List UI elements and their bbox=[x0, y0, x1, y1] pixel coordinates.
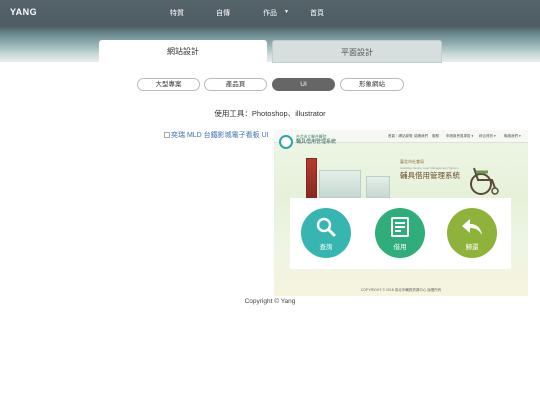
wheelchair-icon bbox=[470, 167, 499, 195]
building-side-icon bbox=[366, 176, 390, 198]
borrow-button: 借用 bbox=[375, 208, 425, 258]
mini-title-small: 臺北市社會局 bbox=[400, 159, 424, 164]
reply-arrow-icon bbox=[462, 219, 482, 235]
tab-web-design[interactable]: 網站設計 bbox=[99, 40, 267, 63]
return-label: 歸還 bbox=[465, 244, 479, 251]
tools-used-text: 使用工具：Photoshop、illustrator bbox=[214, 109, 326, 118]
project-screenshot[interactable]: 首頁｜網站導覽 認識我們 服務 申請與會員專區 ▾ 綜合資訊 ▾ 聯絡我們 ▾ … bbox=[274, 130, 528, 296]
mini-copyright: COPYRIGHT © 2018 臺北市輔具資源中心 版權所有 bbox=[360, 288, 442, 292]
building-tower-icon bbox=[306, 158, 317, 198]
mini-nav-home: 首頁｜網站導覽 bbox=[388, 134, 413, 138]
filter-brand-site[interactable]: 形象網站 bbox=[340, 78, 404, 91]
mini-nav-member: 申請與會員專區 ▾ bbox=[446, 134, 474, 138]
query-button: 查詢 bbox=[301, 208, 351, 258]
nav-home[interactable]: 首頁 bbox=[310, 8, 324, 18]
mini-logo-icon bbox=[279, 135, 293, 149]
mini-nav-service: 服務 bbox=[432, 134, 439, 138]
borrow-label: 借用 bbox=[393, 244, 407, 251]
return-button: 歸還 bbox=[447, 208, 497, 258]
mini-nav-contact: 聯絡我們 ▾ bbox=[504, 134, 521, 138]
form-icon bbox=[391, 217, 409, 237]
chevron-down-icon[interactable]: ▼ bbox=[284, 9, 289, 15]
filter-ui[interactable]: UI bbox=[272, 78, 335, 91]
mini-org-name: 台北市立聯合醫院 輔具借用管理系統 bbox=[296, 135, 336, 145]
broken-image: 奕瑞 MLD 台鐵影城電子看板 UI bbox=[164, 130, 269, 140]
broken-image-alt: 奕瑞 MLD 台鐵影城電子看板 UI bbox=[171, 132, 269, 139]
filter-large-project[interactable]: 大型專案 bbox=[137, 78, 200, 91]
search-icon bbox=[316, 217, 336, 237]
mini-system-title: 臺北市社會局 Assistive Device Loan Management … bbox=[400, 158, 460, 179]
nav-works[interactable]: 作品 bbox=[263, 8, 277, 18]
mini-org-big: 輔具借用管理系統 bbox=[296, 139, 337, 145]
mini-nav-about: 認識我們 bbox=[414, 134, 428, 138]
mini-title-large: 輔具借用管理系統 bbox=[400, 171, 460, 180]
action-panel: 查詢 借用 歸還 bbox=[290, 198, 511, 269]
page-footer-copyright: Copyright © Yang bbox=[244, 298, 296, 305]
query-label: 查詢 bbox=[319, 244, 333, 251]
tab-graphic-design[interactable]: 平面設計 bbox=[272, 40, 442, 63]
broken-image-icon bbox=[164, 132, 170, 138]
mini-nav-info: 綜合資訊 ▾ bbox=[479, 134, 496, 138]
building-main-icon bbox=[319, 170, 361, 198]
nav-autobiography[interactable]: 自傳 bbox=[216, 8, 230, 18]
filter-product-page[interactable]: 產品頁 bbox=[204, 78, 267, 91]
nav-traits[interactable]: 特質 bbox=[170, 8, 184, 18]
brand-logo[interactable]: YANG bbox=[10, 7, 37, 17]
site-header: YANG 特質 自傳 作品 ▼ 首頁 網站設計 平面設計 bbox=[0, 0, 540, 63]
